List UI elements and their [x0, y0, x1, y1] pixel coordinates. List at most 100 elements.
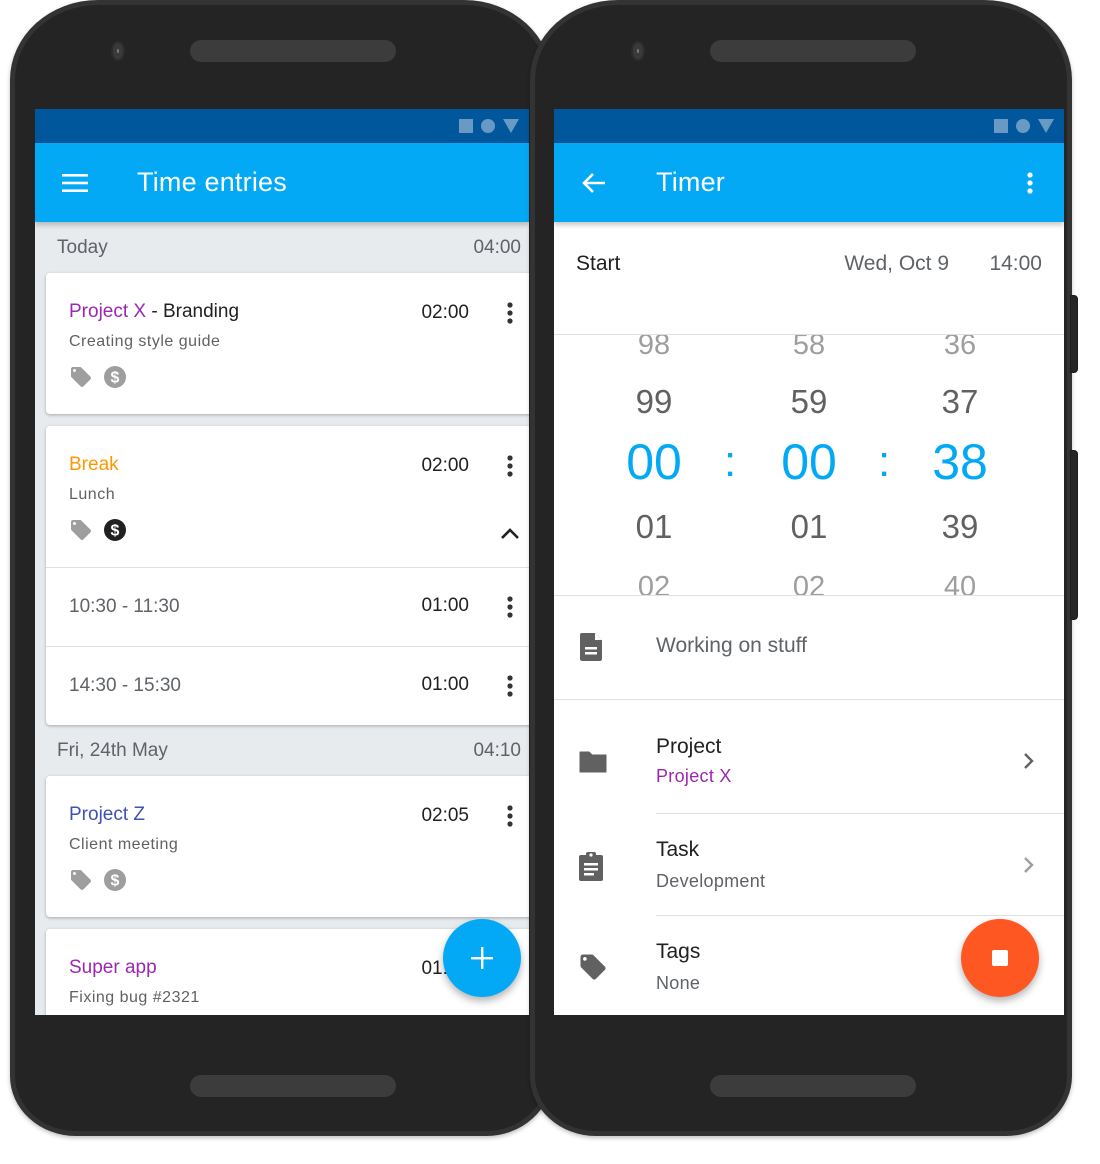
time-entries-list[interactable]: Today 04:00 Project X - Branding Creatin… [35, 222, 529, 1015]
signal-icon [503, 119, 519, 133]
chevron-up-icon[interactable] [500, 526, 520, 545]
chevron-right-icon[interactable] [1022, 856, 1034, 879]
earpiece-speaker [190, 40, 396, 62]
svg-text:$: $ [111, 370, 120, 387]
tag-icon [578, 952, 608, 987]
time-separator: : [878, 437, 891, 486]
day-label: Today [57, 236, 108, 258]
time-entry-card[interactable]: Project X - Branding Creating style guid… [46, 273, 529, 414]
more-vert-icon[interactable] [506, 454, 514, 483]
folder-icon [578, 750, 608, 779]
stop-timer-button[interactable] [961, 919, 1039, 997]
recent-apps-icon [994, 119, 1008, 133]
time-entries-screen: Time entries Today 04:00 Project X - Bra… [35, 109, 529, 1015]
picker-value-selected: 00 [781, 434, 837, 490]
phone-frame-right: Timer Start Wed, Oct 9 14:00 98 99 00 01… [530, 0, 1078, 1136]
sub-entry-row[interactable]: 10:30 - 11:30 01:00 [46, 567, 529, 646]
more-vert-icon[interactable] [506, 804, 514, 833]
picker-value-selected: 00 [626, 434, 682, 490]
picker-value: 02 [792, 571, 826, 596]
hours-wheel[interactable]: 98 99 00 01 02 [594, 335, 714, 595]
front-camera [631, 41, 645, 61]
status-bar [554, 109, 1064, 143]
hamburger-menu-icon[interactable] [35, 173, 115, 193]
description-field[interactable]: Working on stuff [554, 596, 1064, 699]
picker-value-selected: 38 [932, 434, 988, 490]
assignment-icon [578, 851, 604, 886]
picker-value: 37 [941, 383, 979, 420]
add-entry-button[interactable] [443, 919, 521, 997]
sub-entry-row[interactable]: 14:30 - 15:30 01:00 [46, 646, 529, 725]
seconds-wheel[interactable]: 36 37 38 39 40 [900, 335, 1020, 595]
tag-icon [69, 365, 93, 394]
more-vert-icon[interactable] [506, 595, 514, 624]
minutes-wheel[interactable]: 58 59 00 01 02 [749, 335, 869, 595]
field-title: Project [656, 735, 722, 758]
entry-description: Fixing bug #2321 [69, 989, 200, 1006]
entry-project: Break [69, 454, 119, 475]
sub-entry-duration: 01:00 [421, 674, 469, 695]
bottom-speaker [710, 1075, 916, 1097]
picker-value: 01 [790, 508, 828, 545]
signal-icon [1038, 119, 1054, 133]
time-entry-card[interactable]: Project Z Client meeting $ 02:05 [46, 776, 529, 917]
entry-project: Project X [69, 301, 147, 322]
description-icon [578, 632, 604, 667]
timer-screen: Timer Start Wed, Oct 9 14:00 98 99 00 01… [554, 109, 1064, 1015]
arrow-back-icon[interactable] [554, 172, 634, 194]
day-header: Today 04:00 [46, 222, 529, 273]
picker-value: 01 [635, 508, 673, 545]
start-date[interactable]: Wed, Oct 9 [844, 252, 949, 276]
sub-entry-range: 10:30 - 11:30 [69, 596, 180, 617]
picker-value: 99 [635, 383, 673, 420]
tag-icon [69, 868, 93, 897]
entry-duration: 02:00 [421, 302, 469, 323]
time-entry-card-expanded[interactable]: Break Lunch $ 02:00 10:30 - 11:30 01:00 [46, 426, 529, 725]
more-vert-icon[interactable] [506, 674, 514, 703]
entry-project: Project Z [69, 804, 146, 825]
more-vert-icon[interactable] [1026, 171, 1034, 200]
app-bar: Timer [554, 143, 1064, 222]
picker-value: 40 [943, 571, 977, 596]
field-value: None [656, 973, 701, 993]
field-value: Development [656, 871, 766, 891]
picker-value: 59 [790, 383, 828, 420]
entry-description: Creating style guide [69, 333, 221, 350]
field-title: Task [656, 838, 700, 861]
chevron-right-icon[interactable] [1022, 752, 1034, 775]
billable-icon: $ [103, 365, 127, 394]
entry-project: Super app [69, 957, 157, 978]
task-field[interactable]: Task Development [554, 814, 1064, 915]
billable-icon-active: $ [103, 518, 127, 547]
time-separator: : [724, 437, 737, 486]
day-total: 04:00 [473, 236, 521, 258]
duration-picker: 98 99 00 01 02 : 58 59 00 01 02 : 36 37 … [554, 335, 1064, 596]
start-time[interactable]: 14:00 [989, 252, 1042, 276]
billable-icon: $ [103, 868, 127, 897]
svg-text:$: $ [111, 873, 120, 890]
add-icon [471, 947, 493, 969]
power-button [1070, 295, 1078, 373]
home-icon [481, 119, 495, 133]
recent-apps-icon [459, 119, 473, 133]
svg-text:$: $ [111, 523, 120, 540]
picker-value: 02 [637, 571, 671, 596]
day-label: Fri, 24th May [57, 739, 168, 761]
home-icon [1016, 119, 1030, 133]
day-header: Fri, 24th May 04:10 [46, 725, 529, 776]
start-row: Start Wed, Oct 9 14:00 [554, 222, 1064, 335]
entry-separator: - [146, 301, 163, 322]
bottom-speaker [190, 1075, 396, 1097]
phone-frame-left: Time entries Today 04:00 Project X - Bra… [10, 0, 552, 1136]
entry-duration: 02:05 [421, 805, 469, 826]
entry-description: Client meeting [69, 836, 179, 853]
entry-description: Lunch [69, 486, 116, 503]
volume-button [1070, 450, 1078, 620]
picker-value: 98 [637, 335, 671, 361]
project-field[interactable]: Project Project X [554, 700, 1064, 813]
more-vert-icon[interactable] [506, 301, 514, 330]
status-bar [35, 109, 529, 143]
stop-icon [992, 950, 1008, 966]
app-bar: Time entries [35, 143, 529, 222]
picker-value: 36 [943, 335, 977, 361]
